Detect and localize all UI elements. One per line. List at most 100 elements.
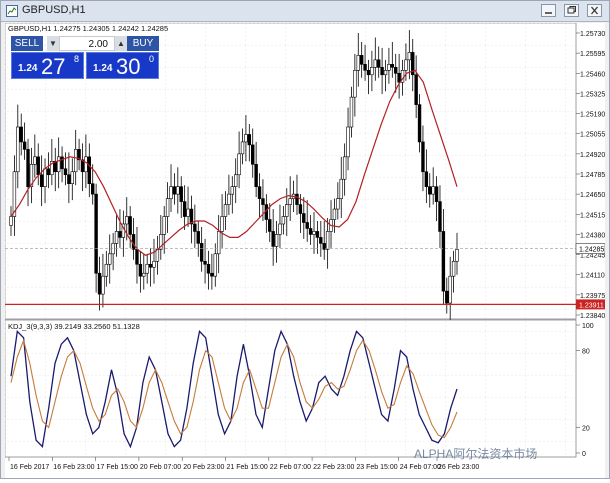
candle-body	[319, 237, 323, 244]
candle-body	[237, 153, 241, 176]
time-tick-label: 16 Feb 23:00	[53, 464, 94, 471]
candle-body	[84, 156, 88, 173]
time-tick-label: 23 Feb 15:00	[356, 464, 397, 471]
candle-body	[295, 193, 299, 205]
terminal-window: GBPUSD,H1 GBPUSD,H1 1.24275 1.24305 1.24…	[0, 0, 610, 479]
kdj-tick-label: 0	[582, 451, 586, 458]
price-chart[interactable]: GBPUSD,H1 1.24275 1.24305 1.24242 1.2428…	[4, 22, 605, 478]
candle-body	[142, 272, 146, 277]
lot-increase-button[interactable]: ▲	[115, 36, 127, 51]
price-axis: 1.25730 1.25595 1.25460 1.25325 1.25190 1.250…	[575, 31, 605, 320]
price-tick-label: 1.25595	[580, 51, 605, 58]
candle-body	[108, 253, 112, 265]
price-tick-label: 1.24515	[580, 212, 605, 219]
price-tick-label: 1.24380	[580, 232, 605, 239]
candle-body	[302, 213, 306, 223]
kdj-tick-label: 80	[582, 349, 590, 356]
candle-body	[445, 290, 449, 304]
candle-body	[176, 186, 180, 195]
minimize-button[interactable]	[541, 4, 556, 17]
candle-body	[213, 253, 217, 277]
time-tick-label: 17 Feb 15:00	[97, 464, 138, 471]
candle-body	[43, 168, 47, 187]
time-axis: 16 Feb 2017 16 Feb 23:00 17 Feb 15:00 20 Fe…	[8, 457, 479, 471]
candle-body	[346, 126, 350, 158]
close-button[interactable]	[587, 4, 602, 17]
chart-header: GBPUSD,H1 1.24275 1.24305 1.24242 1.2428…	[8, 24, 168, 33]
candle-body	[46, 168, 51, 176]
sell-price-box[interactable]: 1.24 27 8	[11, 52, 84, 79]
price-tick-label: 1.24920	[580, 152, 605, 159]
buy-price-pips: 30	[116, 54, 141, 79]
candle-body	[114, 231, 119, 244]
time-tick-label: 22 Feb 23:00	[313, 464, 354, 471]
candle-body	[135, 249, 139, 265]
lot-decrease-button[interactable]: ▼	[47, 36, 59, 51]
candle-body	[73, 149, 78, 173]
buy-button[interactable]: BUY	[127, 36, 159, 51]
candle-body	[271, 231, 275, 247]
buy-price-box[interactable]: 1.24 30 0	[86, 52, 159, 79]
price-tick-label: 1.23840	[580, 313, 605, 320]
candle-body	[240, 141, 245, 155]
kdj-tick-label: 20	[582, 425, 590, 432]
time-tick-label: 24 Feb 07:00	[400, 464, 441, 471]
time-tick-label: 20 Feb 23:00	[183, 464, 224, 471]
kdj-panel: KDJ_3(9,3,3) 39.2149 33.2560 51.1328	[4, 319, 577, 458]
window-title: GBPUSD,H1	[22, 4, 86, 16]
chart-area[interactable]: GBPUSD,H1 1.24275 1.24305 1.24242 1.2428…	[4, 22, 605, 478]
candle-body	[428, 186, 432, 195]
candle-body	[104, 263, 109, 277]
sell-price-fraction: 8	[74, 54, 80, 64]
candle-body	[448, 275, 452, 304]
candle-body	[223, 204, 228, 217]
sell-button[interactable]: SELL	[11, 36, 43, 51]
one-click-trading-panel: SELL ▼ 2.00 ▲ BUY 1.24 27 8 1.24 30 0	[11, 36, 159, 79]
minimize-icon	[545, 12, 552, 14]
sell-price-pips: 27	[41, 54, 66, 79]
candle-body	[254, 164, 258, 187]
candle-body	[431, 186, 435, 195]
candle-body	[165, 198, 170, 217]
candle-body	[257, 186, 262, 199]
price-tick-label: 1.25460	[580, 71, 605, 78]
candle-body	[216, 231, 221, 255]
candle-body	[285, 204, 289, 217]
candle-body	[380, 67, 384, 76]
candle-body	[424, 171, 429, 187]
candle-body	[196, 231, 200, 244]
kdj-header: KDJ_3(9,3,3) 39.2149 33.2560 51.1328	[8, 322, 140, 331]
candle-body	[366, 70, 371, 76]
time-tick-label: 16 Feb 2017	[10, 464, 49, 471]
candle-body	[70, 171, 74, 184]
candle-body	[162, 216, 166, 235]
chart-window-icon	[6, 5, 18, 17]
candle-body	[261, 198, 265, 205]
candle-body	[274, 234, 279, 247]
price-tick-label: 1.25325	[580, 91, 605, 98]
candle-body	[308, 228, 313, 235]
watermark-text: ALPHA阿尔法资本市场	[414, 447, 538, 461]
candle-body	[206, 263, 211, 274]
candle-body	[376, 59, 381, 68]
buy-price-fraction: 0	[149, 54, 155, 64]
candle-body	[455, 249, 459, 262]
candle-body	[16, 126, 20, 173]
price-tick-label: 1.24110	[580, 273, 605, 280]
kdj-tick-label: 100	[582, 323, 594, 330]
lot-size-input[interactable]: 2.00	[59, 36, 115, 51]
candle-body	[339, 178, 343, 199]
candle-body	[244, 134, 248, 143]
candle-body	[359, 55, 364, 65]
time-tick-label: 20 Feb 07:00	[140, 464, 181, 471]
price-tick-label: 1.25190	[580, 112, 605, 119]
time-tick-label: 26 Feb 23:00	[438, 464, 479, 471]
candle-body	[298, 204, 303, 214]
last-price-label: 1.24285	[579, 247, 604, 254]
price-tick-label: 1.25730	[580, 31, 605, 38]
candle-body	[325, 231, 330, 250]
candle-body	[63, 168, 68, 176]
candle-body	[288, 198, 292, 205]
candle-body	[179, 186, 183, 202]
restore-button[interactable]	[564, 4, 579, 17]
